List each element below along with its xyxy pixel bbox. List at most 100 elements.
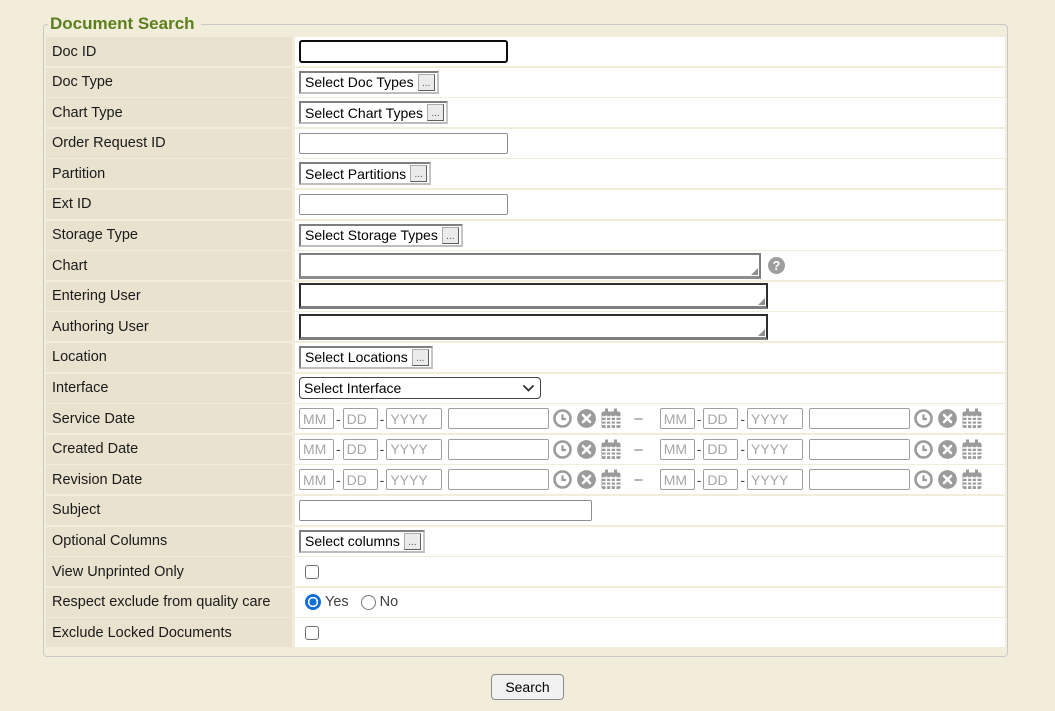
service-start-year-input[interactable] xyxy=(386,408,442,429)
created-start-day-input[interactable] xyxy=(343,439,378,460)
subject-input[interactable] xyxy=(299,500,592,521)
location-browse-button[interactable]: ... xyxy=(412,349,429,366)
row-authoring-user: Authoring User xyxy=(46,312,1005,341)
view-unprinted-label: View Unprinted Only xyxy=(46,557,292,586)
partition-label: Partition xyxy=(46,159,292,188)
created-end-day-input[interactable] xyxy=(703,439,738,460)
row-order-request-id: Order Request ID xyxy=(46,129,1005,158)
row-ext-id: Ext ID xyxy=(46,190,1005,219)
clear-icon[interactable] xyxy=(937,408,958,429)
location-picker[interactable]: Select Locations ... xyxy=(299,346,433,369)
revision-end-month-input[interactable] xyxy=(660,469,695,490)
calendar-icon[interactable] xyxy=(600,408,622,429)
clock-icon[interactable] xyxy=(552,439,573,460)
interface-select[interactable]: Select Interface xyxy=(299,377,541,399)
search-button[interactable]: Search xyxy=(491,674,563,700)
calendar-icon[interactable] xyxy=(600,439,622,460)
clear-icon[interactable] xyxy=(576,469,597,490)
revision-date-label: Revision Date xyxy=(46,465,292,494)
chart-type-browse-button[interactable]: ... xyxy=(427,104,444,121)
storage-type-browse-button[interactable]: ... xyxy=(442,227,459,244)
revision-start-month-input[interactable] xyxy=(299,469,334,490)
resize-grip-icon[interactable] xyxy=(758,329,765,336)
row-quality-care: Respect exclude from quality care Yes No xyxy=(46,588,1005,617)
clear-icon[interactable] xyxy=(937,469,958,490)
created-end-time-input[interactable] xyxy=(809,439,910,460)
order-request-id-input[interactable] xyxy=(299,133,508,154)
service-end-month-input[interactable] xyxy=(660,408,695,429)
entering-user-textarea[interactable] xyxy=(299,283,768,309)
service-end-day-input[interactable] xyxy=(703,408,738,429)
chart-type-label: Chart Type xyxy=(46,98,292,127)
row-revision-date: Revision Date - - – - xyxy=(46,465,1005,494)
view-unprinted-checkbox[interactable] xyxy=(305,565,319,579)
service-start-month-input[interactable] xyxy=(299,408,334,429)
chart-type-picker[interactable]: Select Chart Types ... xyxy=(299,101,448,124)
revision-start-year-input[interactable] xyxy=(386,469,442,490)
doc-type-browse-button[interactable]: ... xyxy=(418,74,435,91)
partition-picker[interactable]: Select Partitions ... xyxy=(299,162,431,185)
created-end-month-input[interactable] xyxy=(660,439,695,460)
row-subject: Subject xyxy=(46,496,1005,525)
optional-columns-picker-text: Select columns xyxy=(305,533,400,549)
authoring-user-label: Authoring User xyxy=(46,312,292,341)
document-search-form: Document Search Doc ID Doc Type Select D… xyxy=(43,14,1008,657)
service-start-day-input[interactable] xyxy=(343,408,378,429)
calendar-icon[interactable] xyxy=(961,408,983,429)
quality-care-no-radio[interactable] xyxy=(361,595,376,610)
entering-user-label: Entering User xyxy=(46,282,292,311)
row-partition: Partition Select Partitions ... xyxy=(46,159,1005,188)
revision-end-year-input[interactable] xyxy=(747,469,803,490)
storage-type-picker[interactable]: Select Storage Types ... xyxy=(299,224,463,247)
service-end-time-input[interactable] xyxy=(809,408,910,429)
calendar-icon[interactable] xyxy=(961,469,983,490)
row-optional-columns: Optional Columns Select columns ... xyxy=(46,527,1005,556)
created-start-time-input[interactable] xyxy=(448,439,549,460)
optional-columns-browse-button[interactable]: ... xyxy=(404,533,421,550)
ext-id-input[interactable] xyxy=(299,194,508,215)
storage-type-label: Storage Type xyxy=(46,221,292,250)
created-end-year-input[interactable] xyxy=(747,439,803,460)
chart-textarea[interactable] xyxy=(299,253,761,279)
exclude-locked-checkbox[interactable] xyxy=(305,626,319,640)
service-start-time-input[interactable] xyxy=(448,408,549,429)
revision-start-time-input[interactable] xyxy=(448,469,549,490)
clock-icon[interactable] xyxy=(913,408,934,429)
quality-care-yes-radio[interactable] xyxy=(305,594,321,610)
clear-icon[interactable] xyxy=(576,439,597,460)
quality-care-no-label: No xyxy=(380,594,399,610)
service-end-year-input[interactable] xyxy=(747,408,803,429)
authoring-user-textarea[interactable] xyxy=(299,314,768,340)
calendar-icon[interactable] xyxy=(600,469,622,490)
created-start-month-input[interactable] xyxy=(299,439,334,460)
partition-picker-text: Select Partitions xyxy=(305,166,406,182)
clock-icon[interactable] xyxy=(552,469,573,490)
location-picker-text: Select Locations xyxy=(305,349,408,365)
clock-icon[interactable] xyxy=(913,469,934,490)
clock-icon[interactable] xyxy=(552,408,573,429)
revision-end-time-input[interactable] xyxy=(809,469,910,490)
created-date-label: Created Date xyxy=(46,435,292,464)
doc-type-picker[interactable]: Select Doc Types ... xyxy=(299,71,439,94)
location-label: Location xyxy=(46,343,292,372)
resize-grip-icon[interactable] xyxy=(751,268,758,275)
chart-label: Chart xyxy=(46,251,292,280)
resize-grip-icon[interactable] xyxy=(758,298,765,305)
help-icon[interactable]: ? xyxy=(768,257,785,274)
doc-id-input[interactable] xyxy=(299,40,508,63)
page: Document Search Doc ID Doc Type Select D… xyxy=(0,0,1055,711)
calendar-icon[interactable] xyxy=(961,439,983,460)
clear-icon[interactable] xyxy=(937,439,958,460)
clock-icon[interactable] xyxy=(913,439,934,460)
optional-columns-picker[interactable]: Select columns ... xyxy=(299,530,425,553)
revision-end-day-input[interactable] xyxy=(703,469,738,490)
partition-browse-button[interactable]: ... xyxy=(410,165,427,182)
quality-care-yes-label: Yes xyxy=(325,594,349,610)
subject-label: Subject xyxy=(46,496,292,525)
revision-start-day-input[interactable] xyxy=(343,469,378,490)
row-storage-type: Storage Type Select Storage Types ... xyxy=(46,221,1005,250)
page-title: Document Search xyxy=(48,14,201,34)
optional-columns-label: Optional Columns xyxy=(46,527,292,556)
clear-icon[interactable] xyxy=(576,408,597,429)
created-start-year-input[interactable] xyxy=(386,439,442,460)
